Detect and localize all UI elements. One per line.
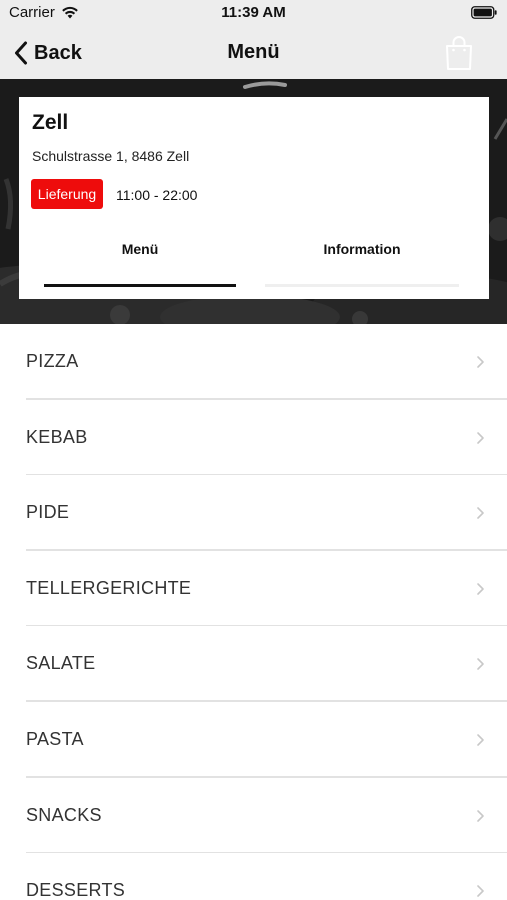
chevron-right-icon: [477, 809, 484, 822]
navigation-bar: Back Menü: [0, 27, 507, 79]
shopping-bag-icon[interactable]: [444, 35, 474, 71]
tab-menu-label: Menü: [121, 241, 159, 257]
category-row-pide[interactable]: PIDE: [0, 475, 507, 551]
shop-name: Zell: [32, 111, 69, 134]
category-row-salate[interactable]: SALATE: [0, 626, 507, 702]
category-row-desserts[interactable]: DESSERTS: [0, 853, 507, 900]
tab-menu-indicator: [44, 284, 236, 287]
tab-menu[interactable]: Menü: [44, 241, 236, 287]
status-time: 11:39 AM: [221, 4, 286, 21]
chevron-right-icon: [477, 658, 484, 671]
chevron-right-icon: [477, 431, 484, 444]
chevron-right-icon: [477, 356, 484, 368]
tab-information-indicator: [265, 284, 459, 287]
chevron-right-icon: [477, 885, 484, 897]
category-label: SNACKS: [26, 804, 102, 825]
page-title: Menü: [227, 41, 280, 63]
tab-information-label: Information: [323, 241, 401, 257]
category-label: PIDE: [26, 502, 70, 523]
category-label: SALATE: [26, 653, 96, 674]
category-label: PASTA: [26, 728, 84, 749]
category-label: PIZZA: [26, 351, 79, 371]
delivery-badge: Lieferung: [31, 179, 103, 209]
category-label: TELLERGERICHTE: [26, 577, 192, 598]
tab-information[interactable]: Information: [265, 241, 459, 287]
chevron-right-icon: [477, 734, 484, 746]
chevron-right-icon: [477, 582, 484, 595]
menu-category-list: PIZZA KEBAB PIDE TELLERGERICHTE SALATE P…: [0, 324, 507, 900]
category-label: DESSERTS: [26, 880, 126, 900]
category-row-kebab[interactable]: KEBAB: [0, 400, 507, 476]
chevron-right-icon: [477, 507, 484, 519]
category-row-pizza[interactable]: PIZZA: [0, 324, 507, 400]
battery-icon: [471, 6, 497, 19]
shop-info-card: Zell Schulstrasse 1, 8486 Zell Lieferung…: [19, 97, 489, 299]
shop-address: Schulstrasse 1, 8486 Zell: [32, 148, 190, 164]
category-label: KEBAB: [26, 426, 88, 447]
category-row-snacks[interactable]: SNACKS: [0, 778, 507, 854]
status-bar: Carrier 11:39 AM: [0, 0, 507, 27]
category-row-tellergerichte[interactable]: TELLERGERICHTE: [0, 551, 507, 627]
shop-header: Zell Schulstrasse 1, 8486 Zell Lieferung…: [0, 79, 507, 324]
opening-hours: 11:00 - 22:00: [116, 187, 198, 203]
category-row-pasta[interactable]: PASTA: [0, 702, 507, 778]
screen: Carrier 11:39 AM Back Menü Zell Schulstr…: [0, 0, 507, 900]
